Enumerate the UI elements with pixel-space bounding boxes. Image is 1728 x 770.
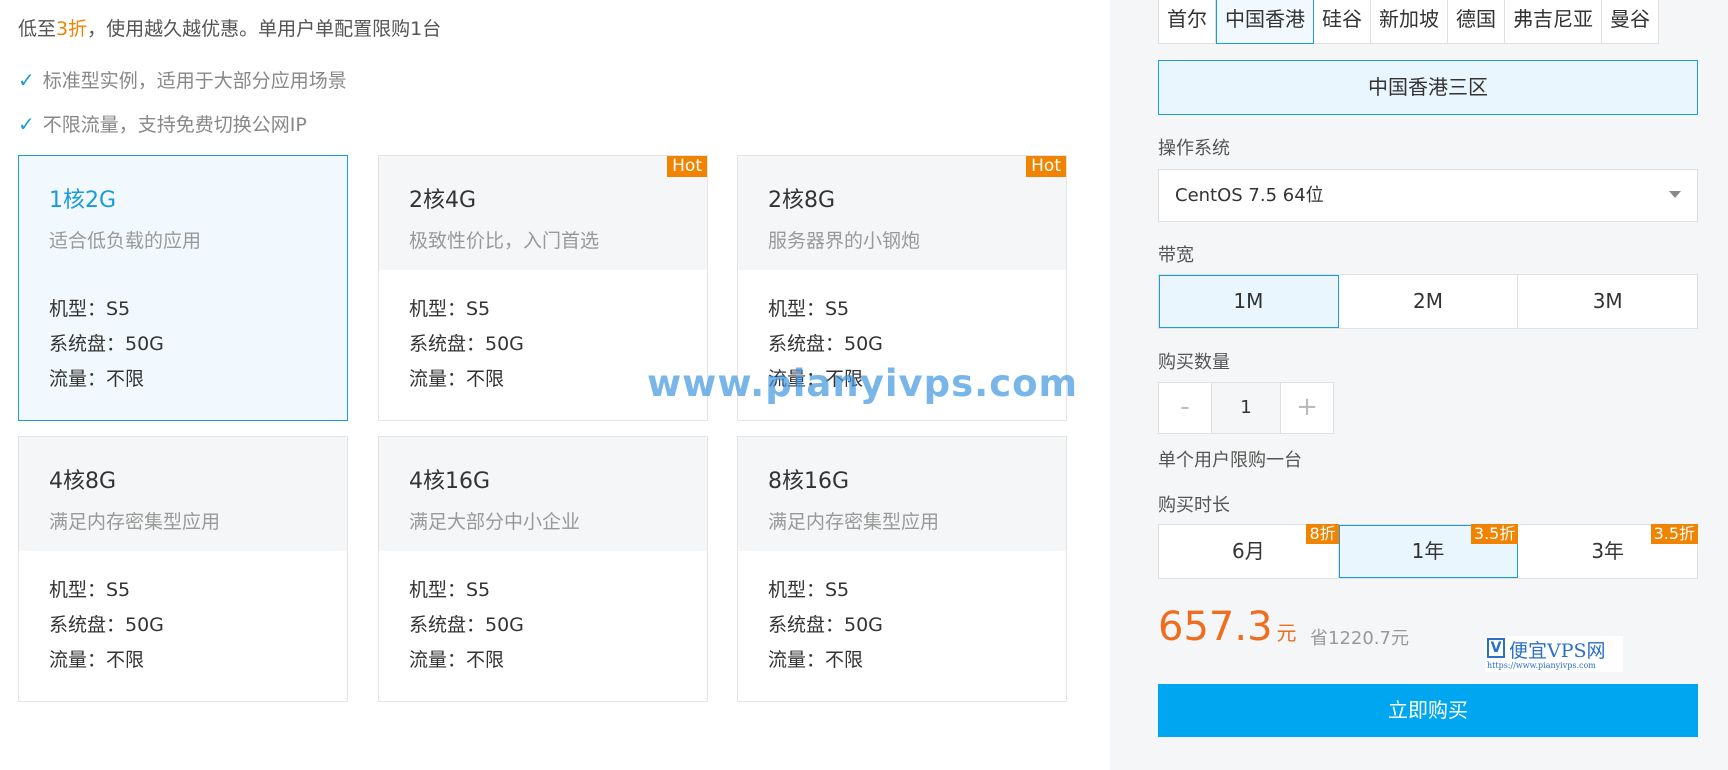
site-logo: V 便宜VPS网 https://www.pianyivps.com [1485,636,1623,672]
purchase-limit-note: 单个用户限购一台 [1158,450,1302,471]
plan-traffic: 流量：不限 [409,649,505,671]
plan-model: 机型：S5 [768,298,850,320]
plan-model: 机型：S5 [49,298,131,320]
os-label: 操作系统 [1158,138,1230,159]
duration-option-3y[interactable]: 3年 3.5折 [1518,524,1699,578]
plan-card-4c16g[interactable]: 4核16G 满足大部分中小企业 机型：S5 系统盘：50G 流量：不限 [378,436,708,702]
price-amount: 657.3 [1158,604,1273,650]
plan-disk: 系统盘：50G [768,333,883,355]
order-panel: 首尔 中国香港 硅谷 新加坡 德国 弗吉尼亚 曼谷 中国香港三区 操作系统 Ce… [1110,0,1728,770]
plan-name: 2核8G [768,188,836,213]
region-tab-hongkong[interactable]: 中国香港 [1216,0,1314,44]
feature-text: 不限流量，支持免费切换公网IP [42,114,307,136]
plan-disk: 系统盘：50G [49,333,164,355]
logo-mark-icon: V [1487,638,1505,658]
increment-button[interactable]: + [1281,383,1333,433]
region-tab-seoul[interactable]: 首尔 [1159,0,1216,43]
zone-option[interactable]: 中国香港三区 [1158,60,1698,115]
plan-desc: 满足内存密集型应用 [768,511,940,533]
discount-badge: 8折 [1306,524,1339,544]
quantity-label: 购买数量 [1158,352,1230,373]
plan-name: 8核16G [768,469,850,494]
plan-card-1c2g[interactable]: 1核2G 适合低负载的应用 机型：S5 系统盘：50G 流量：不限 [18,155,348,421]
region-tab-silicon-valley[interactable]: 硅谷 [1314,0,1371,43]
feature-item: ✓ 不限流量，支持免费切换公网IP [18,110,307,137]
plan-name: 2核4G [409,188,477,213]
plan-card-4c8g[interactable]: 4核8G 满足内存密集型应用 机型：S5 系统盘：50G 流量：不限 [18,436,348,702]
plan-traffic: 流量：不限 [49,368,145,390]
duration-option-1y[interactable]: 1年 3.5折 [1338,524,1519,578]
bandwidth-option-3m[interactable]: 3M [1518,275,1697,328]
plan-desc: 适合低负载的应用 [49,230,202,252]
region-tab-virginia[interactable]: 弗吉尼亚 [1505,0,1602,43]
plan-disk: 系统盘：50G [409,614,524,636]
plan-traffic: 流量：不限 [49,649,145,671]
buy-now-button[interactable]: 立即购买 [1158,684,1698,737]
check-icon: ✓ [18,67,35,92]
bandwidth-label: 带宽 [1158,245,1194,266]
plan-name: 1核2G [49,188,117,213]
discount-badge: 3.5折 [1470,524,1519,544]
plan-traffic: 流量：不限 [768,649,864,671]
feature-item: ✓ 标准型实例，适用于大部分应用场景 [18,66,347,93]
bandwidth-option-1m[interactable]: 1M [1159,275,1339,328]
region-tab-bangkok[interactable]: 曼谷 [1602,0,1658,43]
hot-badge: Hot [667,156,707,177]
logo-brand: 便宜VPS网 [1509,640,1606,662]
price-display: 657.3 元 [1158,604,1297,650]
os-select[interactable]: CentOS 7.5 64位 [1158,169,1698,222]
duration-option-label: 3年 [1591,539,1625,563]
plan-model: 机型：S5 [768,579,850,601]
plan-model: 机型：S5 [49,579,131,601]
duration-options: 6月 8折 1年 3.5折 3年 3.5折 [1158,524,1699,579]
plan-desc: 极致性价比，入门首选 [409,230,600,252]
plan-desc: 服务器界的小钢炮 [768,230,921,252]
watermark: www.pianyivps.com [647,362,1079,405]
chevron-down-icon [1669,191,1681,198]
duration-option-label: 1年 [1411,539,1445,563]
region-tab-germany[interactable]: 德国 [1448,0,1505,43]
plan-model: 机型：S5 [409,298,491,320]
plan-disk: 系统盘：50G [49,614,164,636]
plan-model: 机型：S5 [409,579,491,601]
quantity-stepper: - 1 + [1158,382,1334,434]
quantity-value[interactable]: 1 [1211,383,1281,433]
promo-suffix: ，使用越久越优惠。单用户单配置限购1台 [87,18,442,40]
plan-name: 4核8G [49,469,117,494]
plan-card-8c16g[interactable]: 8核16G 满足内存密集型应用 机型：S5 系统盘：50G 流量：不限 [737,436,1067,702]
promo-text: 低至3折，使用越久越优惠。单用户单配置限购1台 [18,14,441,41]
plan-disk: 系统盘：50G [409,333,524,355]
duration-option-label: 6月 [1231,539,1265,563]
region-tab-singapore[interactable]: 新加坡 [1371,0,1448,43]
promo-discount: 3折 [56,18,88,40]
check-icon: ✓ [18,111,35,136]
price-unit: 元 [1276,621,1297,645]
bandwidth-option-2m[interactable]: 2M [1339,275,1519,328]
feature-text: 标准型实例，适用于大部分应用场景 [42,70,347,92]
plan-desc: 满足大部分中小企业 [409,511,581,533]
region-tabs: 首尔 中国香港 硅谷 新加坡 德国 弗吉尼亚 曼谷 [1158,0,1659,44]
duration-label: 购买时长 [1158,495,1230,516]
logo-url: https://www.pianyivps.com [1487,661,1596,670]
plan-name: 4核16G [409,469,491,494]
duration-option-6m[interactable]: 6月 8折 [1159,524,1339,578]
saving-text: 省1220.7元 [1310,628,1409,649]
bandwidth-options: 1M 2M 3M [1158,274,1698,329]
os-value: CentOS 7.5 64位 [1175,185,1324,206]
plan-section: 低至3折，使用越久越优惠。单用户单配置限购1台 ✓ 标准型实例，适用于大部分应用… [0,0,1110,770]
plan-disk: 系统盘：50G [768,614,883,636]
discount-badge: 3.5折 [1650,524,1699,544]
decrement-button[interactable]: - [1159,383,1211,433]
plan-desc: 满足内存密集型应用 [49,511,221,533]
hot-badge: Hot [1026,156,1066,177]
promo-prefix: 低至 [18,18,57,40]
